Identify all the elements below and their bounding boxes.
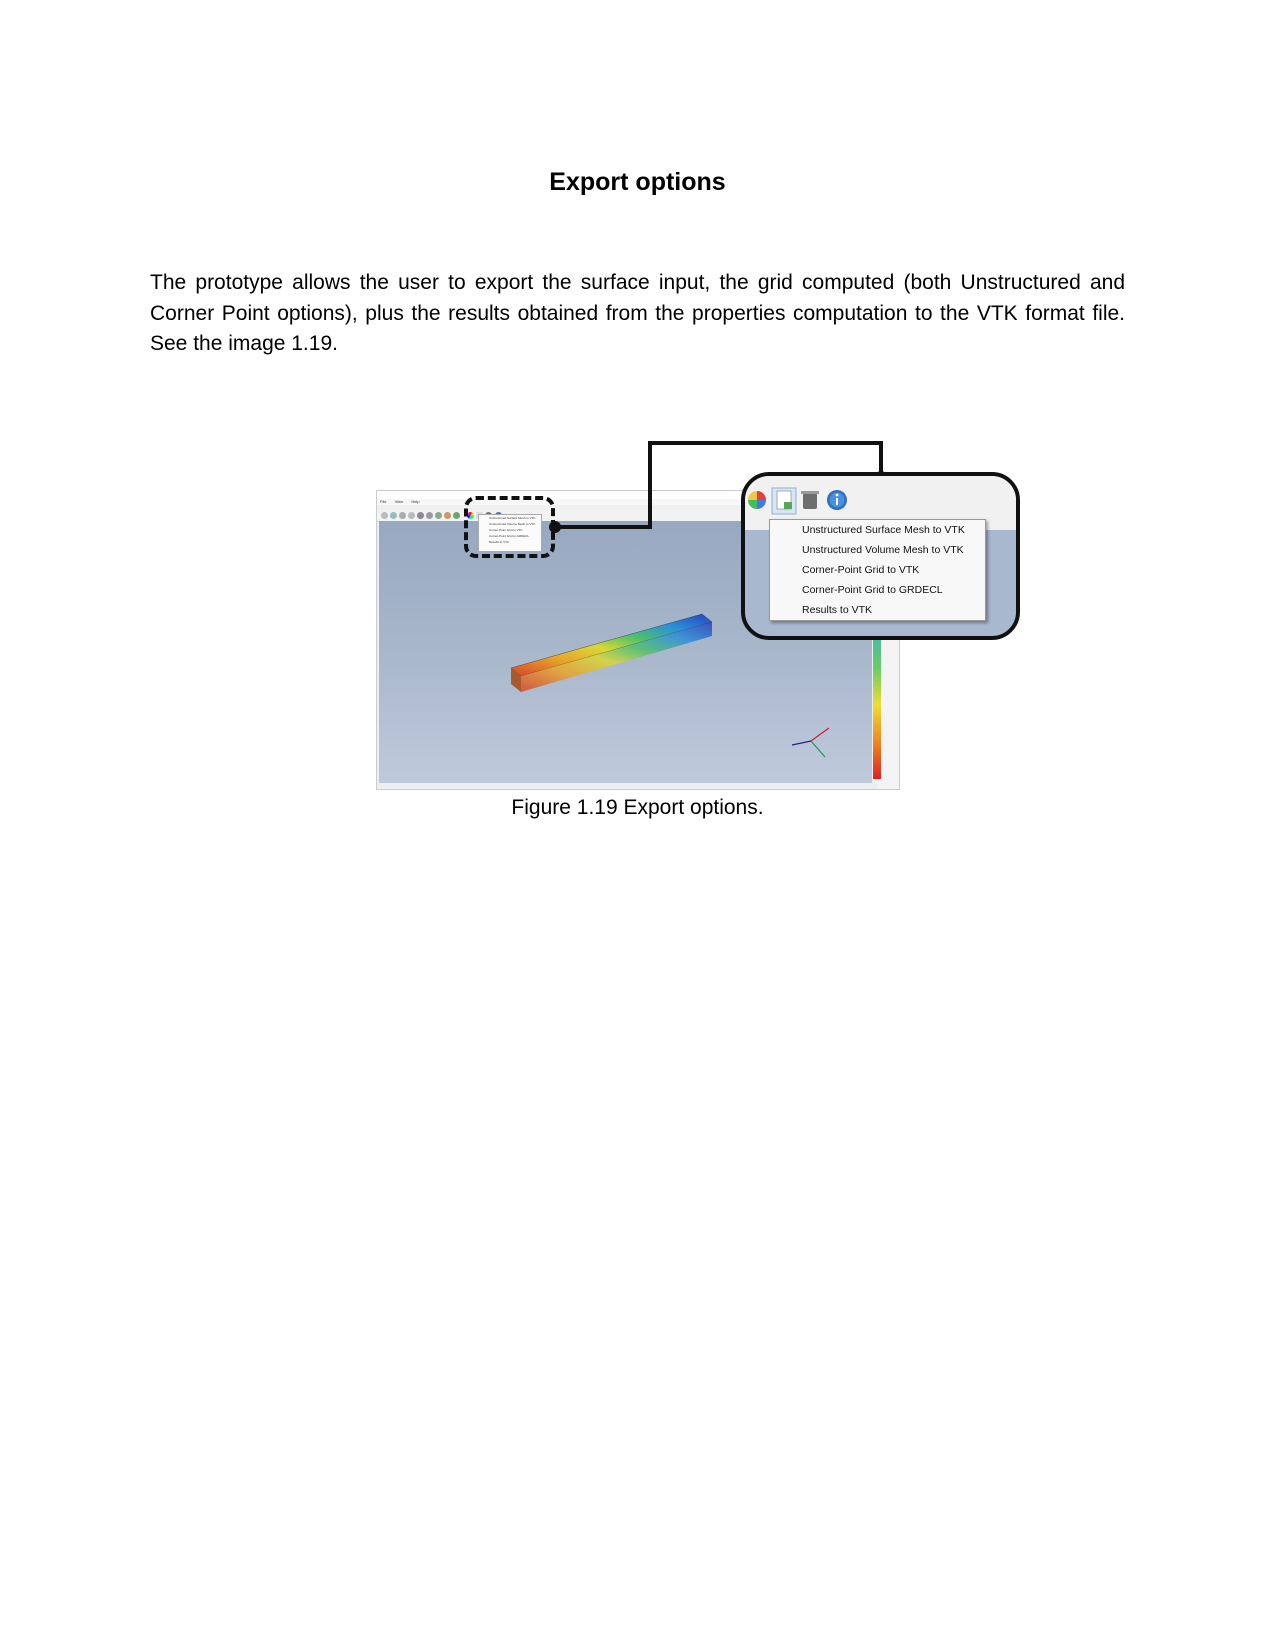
- menu-file[interactable]: File: [380, 499, 386, 504]
- toolbar-icon[interactable]: [390, 512, 397, 519]
- toolbar-icon[interactable]: [444, 512, 451, 519]
- toolbar-icon[interactable]: [417, 512, 424, 519]
- menu-view[interactable]: View: [395, 499, 404, 504]
- body-paragraph: The prototype allows the user to export …: [150, 271, 1125, 355]
- trash-icon: [801, 491, 819, 509]
- callout-connector: [549, 441, 887, 533]
- menu-item-corner-point-grdecl[interactable]: Corner-Point Grid to GRDECL: [770, 580, 985, 600]
- menu-item-corner-point-vtk[interactable]: Corner-Point Grid to VTK: [770, 560, 985, 580]
- color-wheel-icon: [748, 491, 766, 509]
- toolbar-icon[interactable]: [399, 512, 406, 519]
- info-icon: [827, 490, 847, 510]
- toolbar-icon[interactable]: [381, 512, 388, 519]
- menu-item-unstructured-volume-mesh[interactable]: Unstructured Volume Mesh to VTK: [770, 540, 985, 560]
- menu-item-unstructured-surface-mesh[interactable]: Unstructured Surface Mesh to VTK: [770, 520, 985, 540]
- axes-triad: [791, 727, 830, 758]
- export-menu: Unstructured Surface Mesh to VTK Unstruc…: [769, 519, 986, 621]
- menu-help[interactable]: Help: [411, 499, 419, 504]
- figure-caption: Figure 1.19 Export options.: [511, 796, 764, 819]
- toolbar-icon[interactable]: [408, 512, 415, 519]
- highlight-dashed-box: [464, 496, 555, 558]
- menu-item-results-vtk[interactable]: Results to VTK: [770, 600, 985, 620]
- callout-icons: [748, 487, 847, 515]
- section-heading: Export options: [549, 168, 726, 196]
- export-options-figure: File View Help Unstructured Surface Mesh…: [0, 0, 1275, 1650]
- toolbar-icon[interactable]: [453, 512, 460, 519]
- export-file-icon: [771, 487, 797, 515]
- zoom-callout: Unstructured Surface Mesh to VTK Unstruc…: [741, 472, 1020, 640]
- toolbar-icon[interactable]: [426, 512, 433, 519]
- toolbar-icon[interactable]: [435, 512, 442, 519]
- mesh-top-face: [510, 613, 713, 677]
